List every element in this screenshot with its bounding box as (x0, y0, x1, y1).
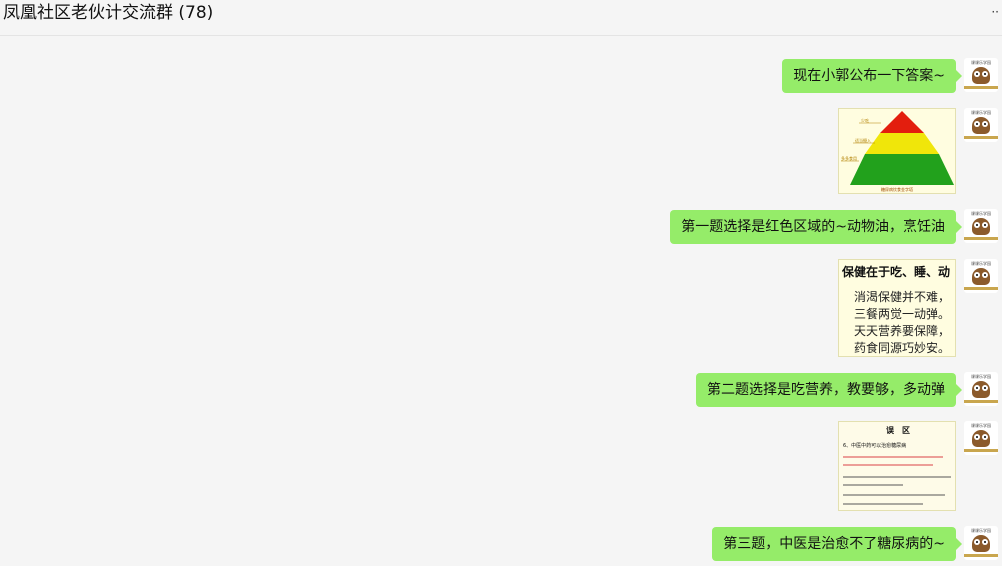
slide-text-line (843, 456, 943, 458)
slide-title: 误 区 (886, 426, 910, 435)
health-card-line: 消渴保健并不难， (854, 290, 951, 304)
pyramid-caption: 糖尿病饮食金字塔 (881, 187, 913, 192)
message-row: 误 区 6、中医中药可以治愈糖尿病 课课乐学园 (0, 421, 1002, 513)
avatar-caption: 课课乐学园 (971, 423, 991, 428)
message-row: 保健在于吃、睡、动 消渴保健并不难， 三餐两觉一动弹。 天天营养要保障， 药食同… (0, 259, 1002, 359)
message-bubble[interactable]: 第二题选择是吃营养，教要够，多动弹 (696, 373, 962, 407)
slide-line: 6、中医中药可以治愈糖尿病 (843, 443, 907, 449)
message-row: 少吃 适当摄入 多多食用 糖尿病饮食金字塔 课课乐学园 (0, 108, 1002, 198)
chat-header: 凤凰社区老伙计交流群 (78) ·· (0, 0, 1002, 36)
slide-text-line (843, 494, 945, 496)
avatar-caption: 课课乐学园 (971, 528, 991, 533)
message-bubble[interactable]: 第三题，中医是治愈不了糖尿病的~ (712, 527, 962, 561)
food-pyramid-image (839, 111, 955, 193)
owl-avatar-icon[interactable]: 课课乐学园 (964, 108, 998, 142)
owl-avatar-icon[interactable]: 课课乐学园 (964, 372, 998, 406)
message-list[interactable]: 现在小郭公布一下答案~ 课课乐学园 少吃 适当摄入 多多食用 糖尿病饮食金字塔 (0, 36, 1002, 566)
message-row: 第二题选择是吃营养，教要够，多动弹 课课乐学园 (0, 372, 1002, 412)
health-card-line: 天天营养要保障， (854, 324, 951, 338)
message-bubble[interactable]: 现在小郭公布一下答案~ (782, 59, 962, 93)
pyramid-label: 多多食用 (841, 156, 857, 161)
owl-avatar-icon[interactable]: 课课乐学园 (964, 58, 998, 92)
avatar-caption: 课课乐学园 (971, 261, 991, 266)
image-message-health-card[interactable]: 保健在于吃、睡、动 消渴保健并不难， 三餐两觉一动弹。 天天营养要保障， 药食同… (838, 259, 956, 357)
avatar-caption: 课课乐学园 (971, 211, 991, 216)
slide-text-line (843, 503, 923, 505)
health-card-line: 药食同源巧妙安。 (854, 341, 951, 355)
pyramid-label: 少吃 (861, 118, 869, 123)
health-card-line: 三餐两觉一动弹。 (854, 307, 951, 321)
owl-avatar-icon[interactable]: 课课乐学园 (964, 421, 998, 455)
image-message-food-pyramid[interactable]: 少吃 适当摄入 多多食用 糖尿病饮食金字塔 (838, 108, 956, 194)
chat-title: 凤凰社区老伙计交流群 (78) (3, 3, 214, 23)
image-message-slide[interactable]: 误 区 6、中医中药可以治愈糖尿病 (838, 421, 956, 511)
slide-text-line (843, 464, 933, 466)
slide-text-line (843, 476, 951, 478)
owl-avatar-icon[interactable]: 课课乐学园 (964, 259, 998, 293)
avatar-caption: 课课乐学园 (971, 374, 991, 379)
message-bubble[interactable]: 第一题选择是红色区域的~动物油，烹饪油 (670, 210, 962, 244)
message-row: 现在小郭公布一下答案~ 课课乐学园 (0, 58, 1002, 98)
message-row: 第一题选择是红色区域的~动物油，烹饪油 课课乐学园 (0, 209, 1002, 249)
message-row (0, 36, 1002, 44)
slide-text-line (843, 484, 903, 486)
owl-avatar-icon[interactable]: 课课乐学园 (964, 526, 998, 560)
pyramid-label: 适当摄入 (855, 138, 871, 143)
avatar-caption: 课课乐学园 (971, 110, 991, 115)
owl-avatar-icon[interactable]: 课课乐学园 (964, 209, 998, 243)
health-card-title: 保健在于吃、睡、动 (842, 265, 951, 279)
message-row: 第三题，中医是治愈不了糖尿病的~ 课课乐学园 (0, 526, 1002, 566)
avatar-caption: 课课乐学园 (971, 60, 991, 65)
more-dots-icon[interactable]: ·· (991, 6, 999, 18)
